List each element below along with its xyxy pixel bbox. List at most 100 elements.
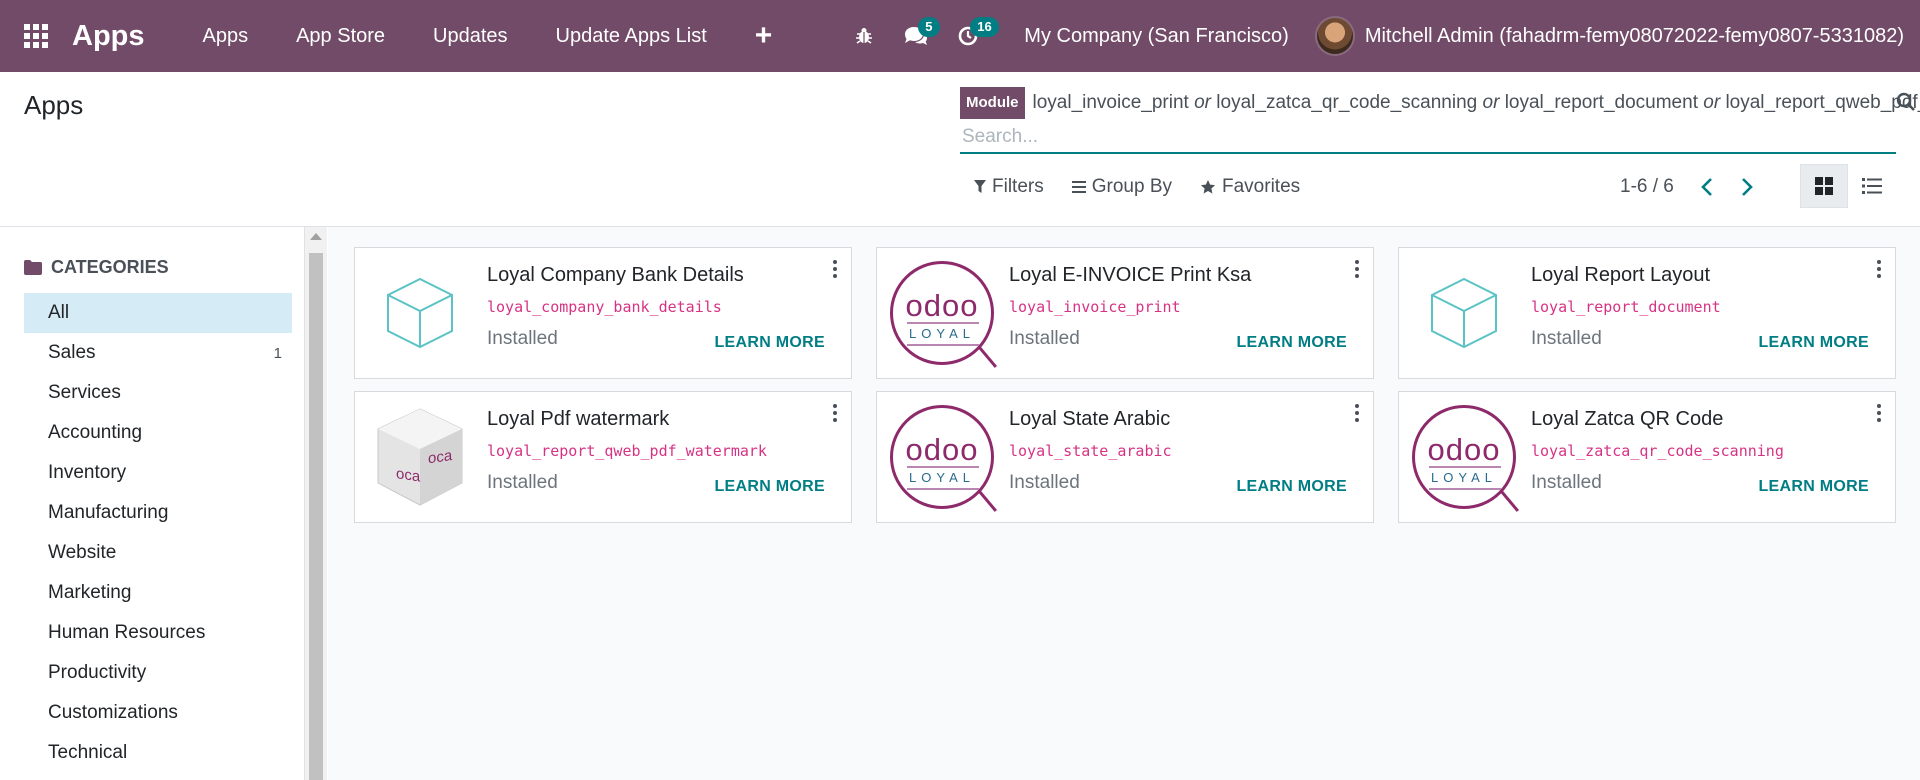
learn-more-button[interactable]: LEARN MORE — [1236, 478, 1347, 496]
user-menu[interactable]: Mitchell Admin (fahadrm-femy08072022-fem… — [1365, 25, 1920, 48]
facet-or: or — [1703, 92, 1726, 113]
menu-updates[interactable]: Updates — [409, 0, 532, 72]
messages-chat-icon[interactable]: 5 — [890, 0, 942, 72]
activity-count-badge: 16 — [970, 17, 999, 37]
svg-text:oca: oca — [428, 447, 453, 467]
odoo-loyal-logo: odoo LOYAL — [887, 402, 998, 512]
card-menu-kebab-icon[interactable] — [833, 260, 837, 278]
pager-previous-icon[interactable] — [1700, 177, 1714, 197]
odoo-loyal-logo: odoo LOYAL — [887, 258, 998, 368]
sidebar-item-marketing[interactable]: Marketing — [24, 573, 292, 613]
module-card[interactable]: odoo LOYAL Loyal Zatca QR Code loyal_zatca_… — [1398, 391, 1896, 523]
sidebar-item-website[interactable]: Website — [24, 533, 292, 573]
module-card[interactable]: oca oca Loyal Pdf watermark loyal_report_qw… — [354, 391, 852, 523]
facet-or: or — [1482, 92, 1505, 113]
kanban-view-icon[interactable] — [1800, 164, 1848, 208]
sidebar-item-services[interactable]: Services — [24, 373, 292, 413]
app-brand[interactable]: Apps — [72, 20, 145, 53]
debug-bug-icon[interactable] — [838, 0, 890, 72]
sidebar-item-human-resources[interactable]: Human Resources — [24, 613, 292, 653]
sidebar-item-label: Manufacturing — [48, 502, 169, 523]
module-card[interactable]: Loyal Company Bank Details loyal_company_… — [354, 247, 852, 379]
module-technical-name: loyal_zatca_qr_code_scanning — [1531, 442, 1784, 460]
module-technical-name: loyal_state_arabic — [1009, 442, 1172, 460]
facet-value: loyal_report_document — [1504, 92, 1698, 113]
module-state: Installed — [1531, 472, 1602, 493]
sidebar-item-label: Inventory — [48, 462, 127, 483]
filters-label: Filters — [992, 176, 1044, 197]
groupby-dropdown[interactable]: Group By — [1071, 176, 1172, 198]
menu-apps[interactable]: Apps — [179, 0, 273, 72]
oca-cube-icon: oca oca — [365, 402, 475, 512]
sidebar-item-label: Marketing — [48, 582, 132, 603]
cube-icon — [1409, 258, 1519, 368]
search-input[interactable] — [960, 122, 1896, 154]
module-name: Loyal Pdf watermark — [487, 408, 670, 430]
module-state: Installed — [487, 328, 558, 349]
learn-more-button[interactable]: LEARN MORE — [714, 478, 825, 496]
card-menu-kebab-icon[interactable] — [1355, 404, 1359, 422]
sidebar-item-accounting[interactable]: Accounting — [24, 413, 292, 453]
sidebar-item-productivity[interactable]: Productivity — [24, 653, 292, 693]
filters-dropdown[interactable]: Filters — [974, 176, 1044, 198]
sidebar-item-customizations[interactable]: Customizations — [24, 693, 292, 733]
sidebar-item-sales[interactable]: Sales 1 — [24, 333, 292, 373]
category-sidebar: CATEGORIES All Sales 1 Services Accounting In… — [0, 227, 305, 780]
module-name: Loyal Zatca QR Code — [1531, 408, 1724, 430]
odoo-loyal-logo: odoo LOYAL — [1409, 402, 1520, 512]
sidebar-item-label: All — [48, 302, 70, 323]
groupby-bars-icon — [1071, 181, 1086, 193]
sidebar-item-all[interactable]: All — [24, 293, 292, 333]
favorites-dropdown[interactable]: Favorites — [1200, 176, 1300, 198]
user-avatar[interactable] — [1314, 16, 1355, 56]
module-card[interactable]: odoo LOYAL Loyal State Arabic loyal_state_a… — [876, 391, 1374, 523]
menu-app-store[interactable]: App Store — [272, 0, 409, 72]
facet-value: loyal_report_qweb_pdf_watermark — [1725, 92, 1920, 113]
list-view-icon[interactable] — [1848, 164, 1896, 208]
sidebar-item-label: Accounting — [48, 422, 143, 443]
systray: 5 16 My Company (San Francisco) Mitchell… — [838, 0, 1920, 72]
top-navbar: Apps Apps App Store Updates Update Apps … — [0, 0, 1920, 72]
card-menu-kebab-icon[interactable] — [1355, 260, 1359, 278]
sidebar-item-label: Customizations — [48, 702, 178, 723]
module-card[interactable]: odoo LOYAL Loyal E-INVOICE Print Ksa loyal_… — [876, 247, 1374, 379]
cube-icon — [365, 258, 475, 368]
search-options: Filters Group By Favorites — [974, 176, 1300, 198]
learn-more-button[interactable]: LEARN MORE — [714, 334, 825, 352]
sidebar-item-technical[interactable]: Technical — [24, 733, 292, 773]
learn-more-button[interactable]: LEARN MORE — [1236, 334, 1347, 352]
folder-icon — [24, 260, 42, 275]
sidebar-item-inventory[interactable]: Inventory — [24, 453, 292, 493]
activity-clock-icon[interactable]: 16 — [942, 0, 999, 72]
quick-create-plus-icon[interactable]: + — [731, 0, 797, 72]
module-name: Loyal Report Layout — [1531, 264, 1711, 286]
module-technical-name: loyal_invoice_print — [1009, 298, 1181, 316]
menu-update-apps-list[interactable]: Update Apps List — [532, 0, 731, 72]
learn-more-button[interactable]: LEARN MORE — [1758, 478, 1869, 496]
pager-value[interactable]: 1-6 / 6 — [1620, 176, 1674, 198]
pager-next-icon[interactable] — [1740, 177, 1754, 197]
card-menu-kebab-icon[interactable] — [1877, 404, 1881, 422]
module-name: Loyal State Arabic — [1009, 408, 1171, 430]
sidebar-scrollbar[interactable] — [305, 227, 327, 780]
module-name: Loyal Company Bank Details — [487, 264, 744, 286]
scroll-up-arrow-icon[interactable] — [310, 233, 322, 240]
search-icon[interactable] — [1896, 92, 1916, 117]
search-facet[interactable]: Module loyal_invoice_print or loyal_zatc… — [960, 87, 1920, 119]
sidebar-item-manufacturing[interactable]: Manufacturing — [24, 493, 292, 533]
svg-text:oca: oca — [396, 465, 421, 485]
sidebar-item-label: Human Resources — [48, 622, 206, 643]
categories-header: CATEGORIES — [24, 257, 169, 278]
sidebar-item-label: Website — [48, 542, 117, 563]
facet-value: loyal_zatca_qr_code_scanning — [1216, 92, 1478, 113]
favorites-label: Favorites — [1222, 176, 1301, 197]
card-menu-kebab-icon[interactable] — [833, 404, 837, 422]
star-icon — [1200, 180, 1216, 194]
module-card[interactable]: Loyal Report Layout loyal_report_document… — [1398, 247, 1896, 379]
scrollbar-thumb[interactable] — [309, 253, 323, 780]
learn-more-button[interactable]: LEARN MORE — [1758, 334, 1869, 352]
company-switcher[interactable]: My Company (San Francisco) — [994, 25, 1315, 48]
app-menu-grid-icon[interactable] — [0, 0, 72, 72]
module-technical-name: loyal_report_document — [1531, 298, 1721, 316]
card-menu-kebab-icon[interactable] — [1877, 260, 1881, 278]
